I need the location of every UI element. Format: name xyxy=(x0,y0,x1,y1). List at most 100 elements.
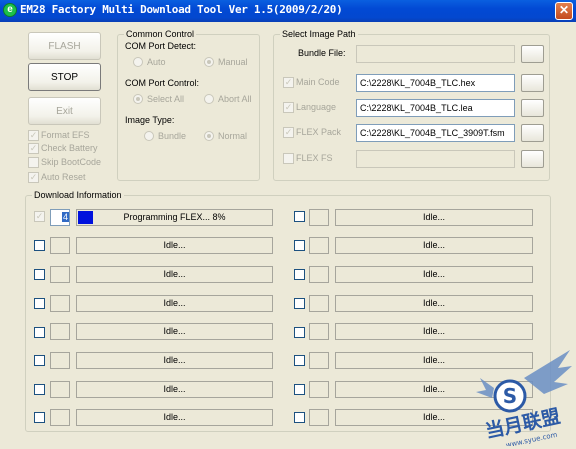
slot-status: Idle... xyxy=(76,352,273,369)
main-code-path-field[interactable]: C:\2228\KL_7004B_TLC.hex xyxy=(356,74,515,92)
flex-fs-browse-button[interactable] xyxy=(521,150,544,168)
flex-fs-checkbox[interactable] xyxy=(283,153,294,164)
flex-pack-browse-button[interactable] xyxy=(521,124,544,142)
port-detect-manual-radio[interactable] xyxy=(204,57,214,67)
port-checkbox[interactable] xyxy=(34,412,45,423)
title-bar[interactable]: e EM28 Factory Multi Download Tool Ver 1… xyxy=(0,0,576,22)
slot-status: Idle... xyxy=(335,295,533,312)
skip-bootcode-checkbox[interactable] xyxy=(28,157,39,168)
slot-status: Idle... xyxy=(76,381,273,398)
port-number xyxy=(50,266,70,283)
port-checkbox[interactable] xyxy=(294,327,305,338)
progress-bar: Programming FLEX... 8% xyxy=(76,209,273,226)
stop-button[interactable]: STOP xyxy=(28,63,101,91)
window-title: EM28 Factory Multi Download Tool Ver 1.5… xyxy=(20,3,343,16)
flex-pack-path-field[interactable]: C:\2228\KL_7004B_TLC_3909T.fsm xyxy=(356,124,515,142)
port-checkbox[interactable] xyxy=(294,412,305,423)
port-checkbox[interactable] xyxy=(34,355,45,366)
port-number xyxy=(309,266,329,283)
port-number xyxy=(50,295,70,312)
port-checkbox[interactable] xyxy=(34,240,45,251)
normal-radio[interactable] xyxy=(204,131,214,141)
port-checkbox[interactable] xyxy=(34,327,45,338)
port-number xyxy=(309,237,329,254)
port-checkbox[interactable] xyxy=(34,269,45,280)
slot-status: Idle... xyxy=(76,295,273,312)
flex-fs-path-field[interactable] xyxy=(356,150,515,168)
port-number xyxy=(50,409,70,426)
port-number xyxy=(309,323,329,340)
slot-status: Idle... xyxy=(335,323,533,340)
select-all-radio[interactable] xyxy=(133,94,143,104)
main-code-browse-button[interactable] xyxy=(521,74,544,92)
language-checkbox[interactable]: ✓ xyxy=(283,102,294,113)
port-number: 4 xyxy=(50,209,70,226)
port-checkbox[interactable] xyxy=(34,384,45,395)
bundle-radio[interactable] xyxy=(144,131,154,141)
port-checkbox[interactable] xyxy=(294,298,305,309)
image-type-label: Image Type: xyxy=(125,115,175,125)
format-efs-label: Format EFS xyxy=(41,130,90,140)
port-checkbox[interactable] xyxy=(294,211,305,222)
bundle-file-label: Bundle File: xyxy=(298,48,346,58)
check-battery-checkbox[interactable]: ✓ xyxy=(28,143,39,154)
bundle-label: Bundle xyxy=(158,131,187,141)
language-label: Language xyxy=(296,102,337,112)
port-control-label: COM Port Control: xyxy=(125,78,200,88)
bundle-file-browse-button[interactable] xyxy=(521,45,544,63)
slot-status: Idle... xyxy=(76,409,273,426)
port-detect-label: COM Port Detect: xyxy=(125,41,197,51)
slot-status: Idle... xyxy=(335,209,533,226)
slot-status: Idle... xyxy=(335,266,533,283)
port-detect-auto-radio[interactable] xyxy=(133,57,143,67)
slot-status: Idle... xyxy=(76,323,273,340)
common-control-group: Common Control COM Port Detect: Auto Man… xyxy=(117,29,260,181)
progress-status-text: Programming FLEX... 8% xyxy=(123,212,226,222)
port-number xyxy=(309,209,329,226)
port-detect-auto-label: Auto xyxy=(147,57,166,67)
main-code-checkbox[interactable]: ✓ xyxy=(283,77,294,88)
slot-status: Idle... xyxy=(76,237,273,254)
flash-button[interactable]: FLASH xyxy=(28,32,101,60)
port-checkbox[interactable] xyxy=(294,269,305,280)
watermark-logo: S 当月联盟 www.syue.com xyxy=(476,350,572,446)
exit-button[interactable]: Exit xyxy=(28,97,101,125)
port-checkbox[interactable] xyxy=(294,240,305,251)
common-control-title: Common Control xyxy=(124,29,197,40)
port-checkbox[interactable]: ✓ xyxy=(34,211,45,222)
port-number xyxy=(50,352,70,369)
port-number xyxy=(50,381,70,398)
flex-pack-checkbox[interactable]: ✓ xyxy=(283,127,294,138)
flex-pack-label: FLEX Pack xyxy=(296,127,342,137)
skip-bootcode-label: Skip BootCode xyxy=(41,157,102,167)
format-efs-checkbox[interactable]: ✓ xyxy=(28,130,39,141)
slot-status: Idle... xyxy=(76,266,273,283)
port-number xyxy=(309,409,329,426)
svg-text:S: S xyxy=(503,384,517,408)
port-checkbox[interactable] xyxy=(294,355,305,366)
port-number xyxy=(50,237,70,254)
port-number xyxy=(50,323,70,340)
slot-status: Idle... xyxy=(335,237,533,254)
port-checkbox[interactable] xyxy=(294,384,305,395)
auto-reset-checkbox[interactable]: ✓ xyxy=(28,172,39,183)
bundle-file-field[interactable] xyxy=(356,45,515,63)
check-battery-label: Check Battery xyxy=(41,143,98,153)
select-all-label: Select All xyxy=(147,94,185,104)
close-button[interactable]: ✕ xyxy=(555,2,573,20)
port-number xyxy=(309,295,329,312)
port-number xyxy=(309,352,329,369)
abort-all-label: Abort All xyxy=(218,94,252,104)
abort-all-radio[interactable] xyxy=(204,94,214,104)
normal-label: Normal xyxy=(218,131,248,141)
language-browse-button[interactable] xyxy=(521,99,544,117)
main-code-label: Main Code xyxy=(296,77,340,87)
progress-fill xyxy=(78,211,94,224)
app-icon: e xyxy=(3,3,17,17)
download-info-title: Download Information xyxy=(32,190,124,201)
language-path-field[interactable]: C:\2228\KL_7004B_TLC.lea xyxy=(356,99,515,117)
image-path-title: Select Image Path xyxy=(280,29,358,40)
port-number xyxy=(309,381,329,398)
port-checkbox[interactable] xyxy=(34,298,45,309)
port-detect-manual-label: Manual xyxy=(218,57,248,67)
